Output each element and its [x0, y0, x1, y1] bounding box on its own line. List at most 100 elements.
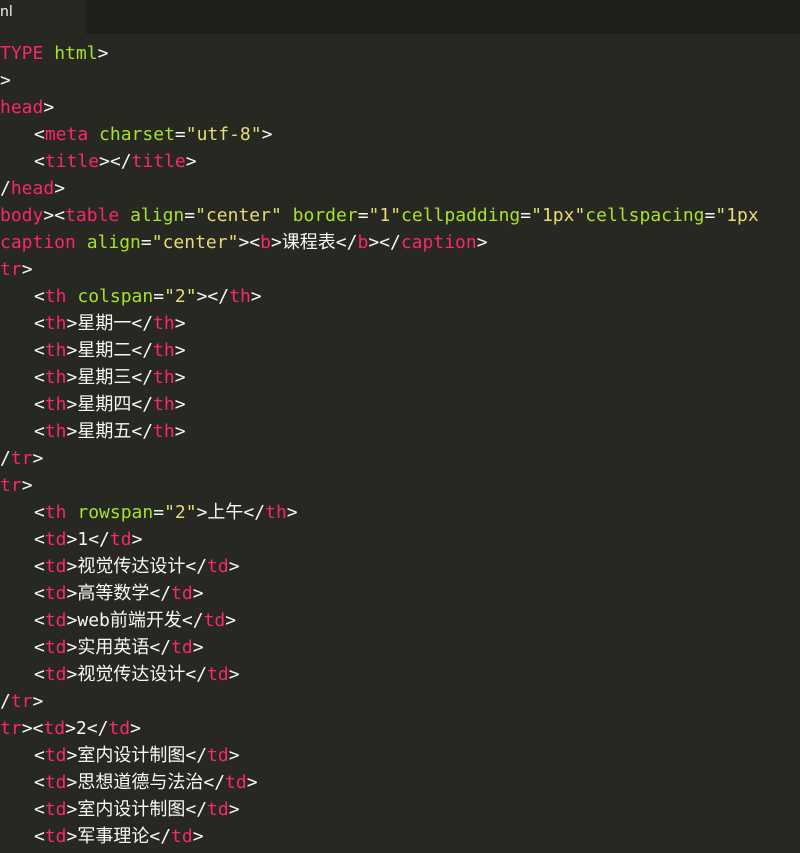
text-token: = [174, 124, 186, 145]
text-token: = [184, 205, 196, 226]
text-token: < [34, 313, 45, 334]
code-line: <th rowspan="2">上午</th> [0, 499, 800, 526]
tag-name-token: td [207, 556, 229, 577]
text-token: >课程表</ [270, 232, 358, 253]
text-token: > [228, 664, 240, 685]
text-token: >< [238, 232, 261, 253]
text-token: < [34, 151, 45, 172]
text-token: > [228, 556, 240, 577]
text-token: < [34, 421, 45, 442]
tag-name-token: td [171, 826, 193, 847]
tag-name-token: td [44, 772, 67, 793]
text-token: < [54, 205, 66, 226]
tag-name-token: th [44, 367, 67, 388]
tag-name-token: td [44, 610, 67, 631]
tag-name-token: head [0, 97, 44, 118]
code-line: <title></title> [0, 148, 800, 175]
text-token: > [250, 286, 262, 307]
code-line: <td>高等数学</td> [0, 580, 800, 607]
text-token: >星期三</ [66, 367, 154, 388]
tag-name-token: th [153, 313, 175, 334]
tag-name-token: th [44, 421, 67, 442]
string-token: "2" [164, 286, 197, 307]
attribute-token: cellpadding [401, 205, 521, 226]
text-token: < [34, 664, 45, 685]
code-line: <th>星期四</th> [0, 391, 800, 418]
code-line: tr> [0, 256, 800, 283]
tag-name-token: td [171, 637, 193, 658]
string-token: "center" [195, 205, 282, 226]
tag-name-token: th [265, 502, 287, 523]
code-line: /tr> [0, 688, 800, 715]
text-token: > [32, 691, 44, 712]
text-token: >军事理论</ [66, 826, 172, 847]
tag-name-token: table [65, 205, 120, 226]
text-token: < [34, 610, 45, 631]
text-token: < [34, 529, 45, 550]
code-line: <th>星期五</th> [0, 418, 800, 445]
attribute-token: rowspan [77, 502, 154, 523]
text-token: < [34, 556, 45, 577]
text-token: >视觉传达设计</ [66, 664, 208, 685]
code-line: <td>视觉传达设计</td> [0, 553, 800, 580]
text-token: > [192, 826, 204, 847]
string-token: "center" [151, 232, 239, 253]
tag-name-token: body [0, 205, 44, 226]
string-token: "1px [715, 205, 759, 226]
tag-name-token: td [44, 637, 67, 658]
text-token: > [54, 178, 66, 199]
code-line: /head> [0, 175, 800, 202]
tag-name-token: td [44, 664, 67, 685]
text-token: < [34, 826, 45, 847]
text-token: > [43, 97, 55, 118]
file-tab[interactable]: nl [0, 0, 86, 34]
tag-name-token: tr [10, 448, 33, 469]
text-token: >室内设计制图</ [66, 799, 208, 820]
text-token: >星期二</ [66, 340, 154, 361]
text-token: > [174, 421, 186, 442]
tag-name-token: head [10, 178, 55, 199]
tag-name-token: td [44, 745, 67, 766]
code-line: <th>星期一</th> [0, 310, 800, 337]
attribute-token: cellspacing [585, 205, 705, 226]
tag-name-token: th [153, 421, 175, 442]
attribute-token: align [86, 232, 141, 253]
text-token: < [34, 583, 45, 604]
code-line: <td>视觉传达设计</td> [0, 661, 800, 688]
text-token: > [246, 772, 258, 793]
text-token: = [153, 502, 165, 523]
text-token: < [34, 799, 45, 820]
code-line: <td>实用英语</td> [0, 634, 800, 661]
text-token: >上午</ [196, 502, 266, 523]
text-token: < [34, 637, 45, 658]
tag-name-token: th [44, 394, 67, 415]
tag-name-token: th [44, 313, 67, 334]
text-token: > [261, 124, 273, 145]
text-token: ></ [196, 286, 230, 307]
code-area[interactable]: TYPE html> > head> <meta charset="utf-8"> <t… [0, 40, 800, 850]
code-line: <meta charset="utf-8"> [0, 121, 800, 148]
text-token: > [185, 151, 197, 172]
tag-name-token: tr [0, 718, 22, 739]
text-token: > [286, 502, 298, 523]
code-line: head> [0, 94, 800, 121]
code-line: <td>室内设计制图</td> [0, 796, 800, 823]
tag-name-token: td [207, 664, 229, 685]
tag-name-token: td [207, 799, 229, 820]
text-token: < [34, 340, 45, 361]
text-token: >< [21, 718, 44, 739]
tag-name-token: caption [0, 232, 76, 253]
text-token: > [97, 43, 109, 64]
text-token: < [34, 367, 45, 388]
code-line: <td>web前端开发</td> [0, 607, 800, 634]
tag-name-token: td [44, 826, 67, 847]
text-token: >实用英语</ [66, 637, 172, 658]
text-token: > [174, 367, 186, 388]
attribute-token: border [292, 205, 358, 226]
tag-name-token: caption [400, 232, 477, 253]
tag-name-token: th [153, 340, 175, 361]
